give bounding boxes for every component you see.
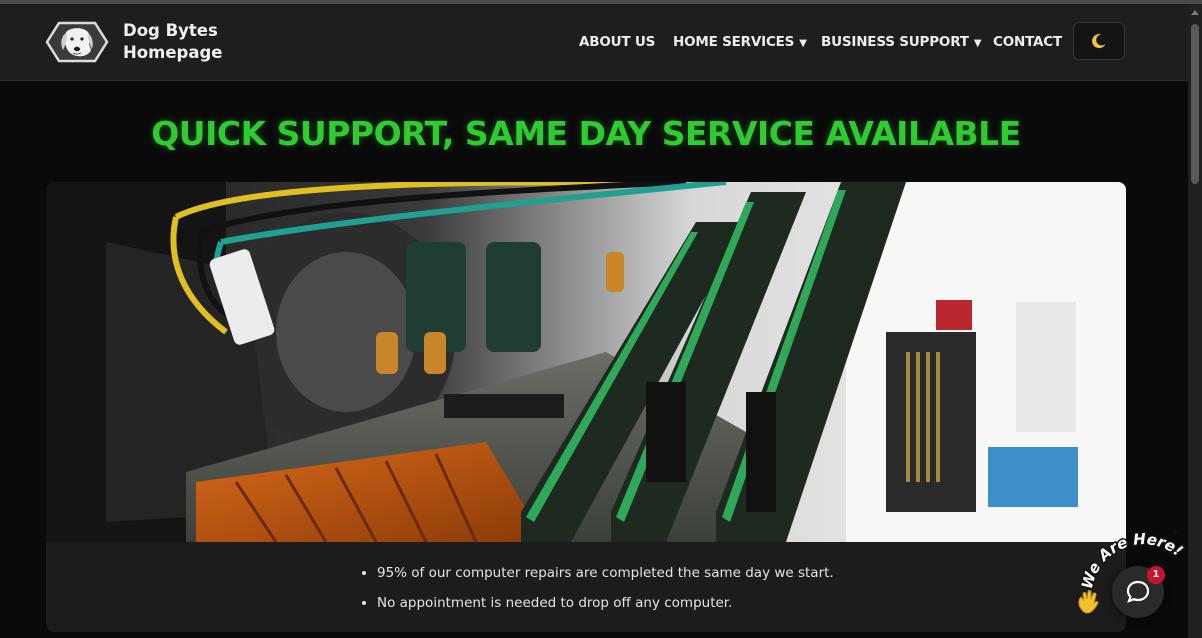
nav-home-services[interactable]: HOME SERVICES ▼ <box>673 34 807 50</box>
nav-business-support-label: BUSINESS SUPPORT <box>821 34 969 50</box>
chevron-down-icon: ▼ <box>799 38 807 49</box>
scrollbar[interactable] <box>1188 4 1202 638</box>
dog-head-icon[interactable] <box>45 20 109 64</box>
moon-icon <box>1092 34 1106 49</box>
brand-title-line2: Homepage <box>123 43 223 62</box>
info-panel: 95% of our computer repairs are complete… <box>46 542 1126 632</box>
feature-list: 95% of our computer repairs are complete… <box>357 558 834 618</box>
nav-about-us-label: ABOUT US <box>579 34 656 50</box>
waving-hand-icon <box>1078 590 1099 614</box>
list-item: No appointment is needed to drop off any… <box>377 588 834 618</box>
hero-headline: QUICK SUPPORT, SAME DAY SERVICE AVAILABL… <box>151 114 1021 153</box>
theme-toggle-button[interactable] <box>1073 22 1125 60</box>
chat-widget[interactable]: We Are Here! ✕ 1 <box>1072 528 1188 638</box>
nav-contact-label: CONTACT <box>993 34 1063 50</box>
navbar: Dog Bytes Homepage ABOUT US HOME SERVICE… <box>0 4 1188 81</box>
scroll-up-arrow-icon[interactable] <box>1191 10 1199 15</box>
nav-home-services-label: HOME SERVICES <box>673 34 795 50</box>
nav-contact[interactable]: CONTACT <box>993 34 1062 50</box>
list-item: 95% of our computer repairs are complete… <box>377 558 834 588</box>
close-icon[interactable]: ✕ <box>1172 528 1180 539</box>
brand-title-line1: Dog Bytes <box>123 21 218 40</box>
scrollbar-thumb[interactable] <box>1191 24 1199 184</box>
hero-image <box>46 182 1126 542</box>
brand-title[interactable]: Dog Bytes Homepage <box>123 20 253 64</box>
chevron-down-icon: ▼ <box>973 38 982 49</box>
notification-badge: 1 <box>1147 566 1165 584</box>
nav-business-support[interactable]: BUSINESS SUPPORT ▼ <box>821 34 982 50</box>
chat-icon <box>1126 580 1150 603</box>
nav-about-us[interactable]: ABOUT US <box>579 34 655 50</box>
